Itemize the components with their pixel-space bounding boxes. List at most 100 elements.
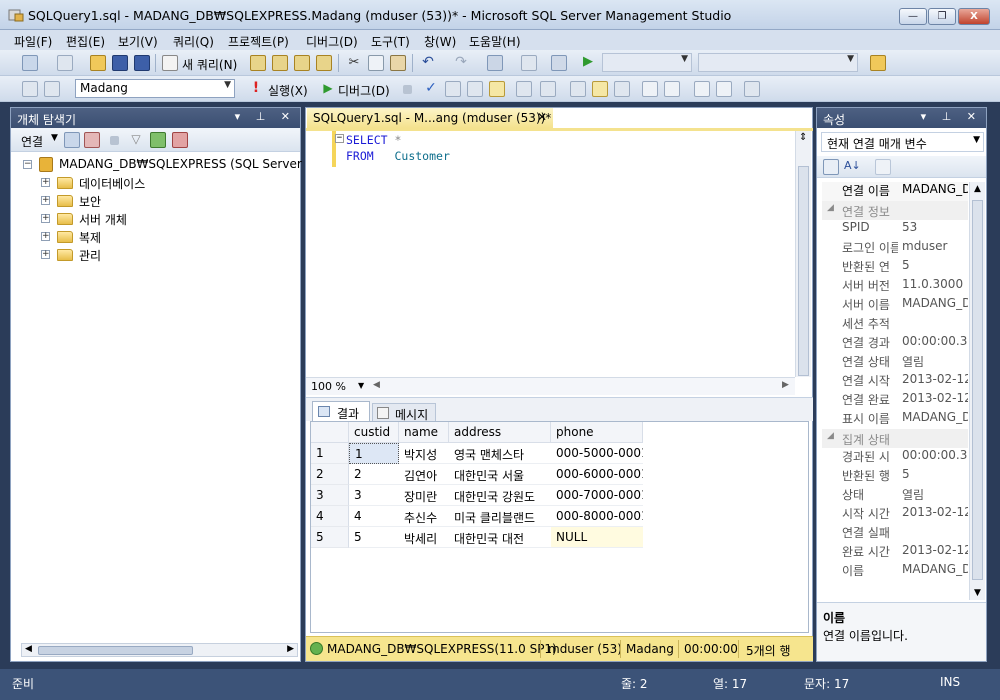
expand-icon[interactable]: +	[41, 178, 50, 187]
stop-icon[interactable]	[110, 136, 119, 145]
property-row[interactable]: 연결 완료 2013-02-12	[822, 391, 968, 410]
change-connection-icon[interactable]	[44, 81, 60, 97]
properties-window-icon[interactable]	[870, 55, 886, 71]
uncomment-icon[interactable]	[664, 81, 680, 97]
save-all-icon[interactable]	[134, 55, 150, 71]
property-row[interactable]: 연결 시작 2013-02-12	[822, 372, 968, 391]
menu-edit[interactable]: 편집(E)	[66, 33, 105, 50]
property-row[interactable]: 연결 경과 00:00:00.37	[822, 334, 968, 353]
redo-icon[interactable]: ↷	[453, 55, 469, 71]
mdx-query-icon[interactable]	[272, 55, 288, 71]
activity-icon[interactable]	[172, 132, 188, 148]
execute-icon[interactable]: !	[248, 81, 264, 97]
expand-icon[interactable]: +	[41, 250, 50, 259]
query-designer-icon[interactable]	[467, 81, 483, 97]
category-collapse-icon[interactable]: ◢	[827, 203, 834, 213]
row-number[interactable]: 4	[311, 506, 349, 527]
undo-icon[interactable]: ↶	[420, 55, 436, 71]
split-icon[interactable]: ⇕	[799, 132, 807, 143]
grid-cell-null[interactable]: NULL	[551, 527, 643, 548]
property-row[interactable]: 완료 시간 2013-02-12	[822, 543, 968, 562]
navigate-icon[interactable]	[487, 55, 503, 71]
add-item-icon[interactable]	[57, 55, 73, 71]
property-row[interactable]: SPID 53	[822, 220, 968, 239]
grid-cell[interactable]: 000-8000-0001	[551, 506, 643, 527]
scroll-right-icon[interactable]: ▶	[287, 644, 294, 654]
panel-controls[interactable]: ▾ ⊥ ✕	[921, 110, 982, 123]
property-row[interactable]: 시작 시간 2013-02-12	[822, 505, 968, 524]
sql-code-editor[interactable]: − SELECT * FROM Customer	[306, 131, 794, 377]
menu-debug[interactable]: 디버그(D)	[306, 33, 358, 50]
debug-button[interactable]: 디버그(D)	[338, 82, 390, 99]
messages-tab[interactable]: 메시지	[372, 403, 436, 422]
specify-values-icon[interactable]	[744, 81, 760, 97]
close-tab-icon[interactable]: ✕	[537, 110, 547, 124]
row-number[interactable]: 2	[311, 464, 349, 485]
editor-scroll-right-icon[interactable]: ▶	[782, 380, 789, 390]
property-row[interactable]: 상태 열림	[822, 486, 968, 505]
activity-monitor-icon[interactable]	[551, 55, 567, 71]
menu-help[interactable]: 도움말(H)	[469, 33, 521, 50]
properties-scrollbar[interactable]: ▲ ▼	[969, 182, 985, 600]
property-row[interactable]: 서버 버전 11.0.3000	[822, 277, 968, 296]
results-tab[interactable]: 결과	[312, 401, 370, 422]
expand-icon[interactable]: +	[41, 232, 50, 241]
solution-explorer-icon[interactable]	[521, 55, 537, 71]
connect-dropdown[interactable]: 연결	[21, 133, 43, 150]
start-debug-icon[interactable]: ▶	[580, 55, 596, 71]
grid-cell[interactable]: 5	[349, 527, 399, 548]
grid-cell[interactable]: 대한민국 서울	[449, 464, 551, 485]
grid-cell[interactable]: 장미란	[399, 485, 449, 506]
copy-icon[interactable]	[368, 55, 384, 71]
property-row[interactable]: 연결 실패	[822, 524, 968, 543]
property-row[interactable]: 반환된 행5	[822, 467, 968, 486]
connect-icon[interactable]	[22, 81, 38, 97]
horizontal-scrollbar[interactable]: ◀ ▶	[21, 643, 298, 657]
scroll-up-icon[interactable]: ▲	[974, 184, 981, 194]
expand-icon[interactable]: +	[41, 196, 50, 205]
property-row[interactable]: 서버 이름 MADANG_D	[822, 296, 968, 315]
panel-controls[interactable]: ▾ ⊥ ✕	[235, 110, 296, 123]
property-pages-icon[interactable]	[875, 159, 891, 175]
collapse-icon[interactable]: −	[23, 160, 32, 169]
grid-cell[interactable]: 2	[349, 464, 399, 485]
client-statistics-icon[interactable]	[570, 81, 586, 97]
menu-view[interactable]: 보기(V)	[118, 33, 158, 50]
parse-icon[interactable]: ✓	[423, 81, 439, 97]
property-row[interactable]: 반환된 연5	[822, 258, 968, 277]
save-icon[interactable]	[112, 55, 128, 71]
alphabetical-icon[interactable]: A↓	[844, 159, 861, 175]
category-collapse-icon[interactable]: ◢	[827, 431, 834, 441]
maximize-button[interactable]: ❐	[928, 8, 956, 25]
decrease-indent-icon[interactable]	[694, 81, 710, 97]
collapse-region-icon[interactable]: −	[335, 134, 344, 143]
editor-scroll-left-icon[interactable]: ◀	[373, 380, 380, 390]
property-row[interactable]: 연결 상태 열림	[822, 353, 968, 372]
menu-tools[interactable]: 도구(T)	[371, 33, 410, 50]
grid-cell[interactable]: 000-5000-0001	[551, 443, 643, 464]
grid-cell[interactable]: 대한민국 대전	[449, 527, 551, 548]
properties-object-selector[interactable]: 현재 연결 매개 변수 ▼	[821, 132, 984, 152]
menu-project[interactable]: 프로젝트(P)	[228, 33, 289, 50]
results-to-file-icon[interactable]	[614, 81, 630, 97]
estimated-plan-icon[interactable]	[445, 81, 461, 97]
execute-button[interactable]: 실행(X)	[268, 82, 308, 99]
property-row[interactable]: 이름 MADANG_D	[822, 562, 968, 581]
connect-explorer-icon[interactable]	[64, 132, 80, 148]
expand-icon[interactable]: +	[41, 214, 50, 223]
grid-cell[interactable]: 000-7000-0001	[551, 485, 643, 506]
editor-scrollbar-thumb[interactable]	[798, 166, 809, 376]
editor-tab[interactable]: SQLQuery1.sql - M...ang (mduser (53))* ✕	[307, 108, 553, 128]
scroll-down-icon[interactable]: ▼	[974, 588, 981, 598]
scroll-left-icon[interactable]: ◀	[25, 644, 32, 654]
grid-cell[interactable]: 미국 클리블랜드	[449, 506, 551, 527]
column-header[interactable]: name	[399, 422, 449, 443]
tab-list-chevron-icon[interactable]: ▼	[797, 112, 804, 122]
row-number[interactable]: 3	[311, 485, 349, 506]
zoom-level[interactable]: 100 %	[311, 380, 346, 393]
property-category[interactable]: ◢ 집계 상태	[822, 429, 968, 448]
query-options-icon[interactable]	[489, 81, 505, 97]
dmx-query-icon[interactable]	[294, 55, 310, 71]
row-number[interactable]: 5	[311, 527, 349, 548]
intellisense-icon[interactable]	[516, 81, 532, 97]
